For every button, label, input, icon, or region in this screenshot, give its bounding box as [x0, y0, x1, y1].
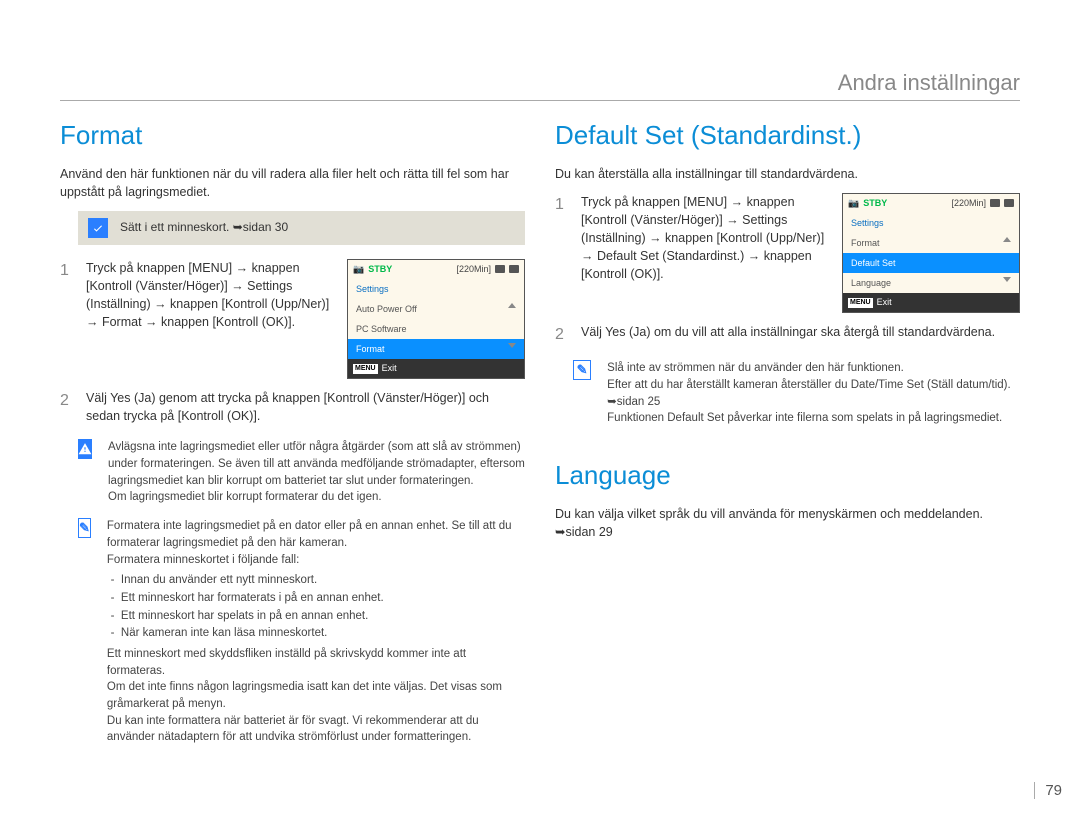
rinfo-p2: Efter att du har återställt kameran åter…: [607, 377, 1020, 410]
rinfo-p3: Funktionen Default Set påverkar inte fil…: [607, 410, 1020, 427]
lcd-format: 📷 STBY [220Min] Settings Auto Power Off …: [347, 259, 525, 379]
note-insert-card: Sätt i ett minneskort. ➥sidan 30: [78, 211, 525, 245]
step-number: 1: [555, 193, 567, 313]
info-p1: Formatera inte lagringsmediet på en dato…: [107, 518, 525, 551]
step-number: 1: [60, 259, 72, 379]
lcd-stby: STBY: [368, 263, 452, 276]
warn-p1: Avlägsna inte lagringsmediet eller utför…: [108, 439, 525, 489]
format-steps: 1 Tryck på knappen [MENU] → knappen [Kon…: [60, 259, 525, 426]
lcd-default: 📷 STBY [220Min] Settings Format Default …: [842, 193, 1020, 313]
note-text: Sätt i ett minneskort. ➥sidan 30: [120, 219, 288, 236]
default-intro: Du kan återställa alla inställningar til…: [555, 165, 1020, 183]
language-intro: Du kan välja vilket språk du vill använd…: [555, 505, 1020, 541]
lcd-settings: Settings: [348, 279, 524, 299]
lcd-row-pc: PC Software: [348, 319, 524, 339]
heading-format: Format: [60, 117, 525, 155]
lcd-row-auto: Auto Power Off: [348, 299, 524, 319]
step-number: 2: [555, 323, 567, 346]
page-number: 79: [1034, 782, 1062, 799]
info-b3: Ett minneskort har spelats in på en anna…: [121, 608, 525, 625]
info-block: ✎ Formatera inte lagringsmediet på en da…: [60, 518, 525, 746]
battery-icon: [1004, 199, 1014, 207]
step-1-text: Tryck på knappen [MENU] → knappen [Kontr…: [86, 259, 331, 332]
info-icon: ✎: [573, 360, 591, 380]
default-steps: 1 Tryck på knappen [MENU] → knappen [Kon…: [555, 193, 1020, 346]
lcd-time: [220Min]: [951, 197, 986, 210]
left-column: Format Använd den här funktionen när du …: [60, 117, 525, 758]
heading-default-set: Default Set (Standardinst.): [555, 117, 1020, 155]
menu-button: MENU: [353, 364, 378, 374]
info-b1: Innan du använder ett nytt minneskort.: [121, 572, 525, 589]
warn-p2: Om lagringsmediet blir korrupt formatera…: [108, 489, 525, 506]
heading-language: Language: [555, 457, 1020, 495]
lcd-stby: STBY: [863, 197, 947, 210]
chapter-title: Andra inställningar: [60, 0, 1020, 101]
info-b2: Ett minneskort har formaterats i på en a…: [121, 590, 525, 607]
lcd-row-language: Language: [843, 273, 1019, 293]
step-2-text: Välj Yes (Ja) om du vill att alla instäl…: [581, 323, 1020, 346]
info-p5: Du kan inte formattera när batteriet är …: [107, 713, 525, 746]
warning-icon: [78, 439, 92, 459]
info-p3: Ett minneskort med skyddsfliken inställd…: [107, 646, 525, 679]
camera-icon: 📷: [353, 263, 364, 276]
step-1-text: Tryck på knappen [MENU] → knappen [Kontr…: [581, 193, 826, 284]
info-b4: När kameran inte kan läsa minneskortet.: [121, 625, 525, 642]
lcd-time: [220Min]: [456, 263, 491, 276]
info-p4: Om det inte finns någon lagringsmedia is…: [107, 679, 525, 712]
battery-icon: [509, 265, 519, 273]
lcd-exit: Exit: [382, 362, 397, 375]
format-intro: Använd den här funktionen när du vill ra…: [60, 165, 525, 201]
warning-block: Avlägsna inte lagringsmediet eller utför…: [60, 439, 525, 506]
card-icon: [495, 265, 505, 273]
card-icon: [990, 199, 1000, 207]
step-2-text: Välj Yes (Ja) genom att trycka på knappe…: [86, 389, 525, 425]
right-column: Default Set (Standardinst.) Du kan åters…: [555, 117, 1020, 758]
check-icon: [88, 218, 108, 238]
step-number: 2: [60, 389, 72, 425]
lcd-settings: Settings: [843, 213, 1019, 233]
info-icon: ✎: [78, 518, 91, 538]
menu-button: MENU: [848, 298, 873, 308]
lcd-row-default: Default Set: [843, 253, 1019, 273]
lcd-exit: Exit: [877, 296, 892, 309]
info-p2: Formatera minneskortet i följande fall:: [107, 552, 525, 569]
camera-icon: 📷: [848, 197, 859, 210]
rinfo-p1: Slå inte av strömmen när du använder den…: [607, 360, 1020, 377]
info-block-right: ✎ Slå inte av strömmen när du använder d…: [555, 360, 1020, 427]
lcd-row-format: Format: [348, 339, 524, 359]
lcd-row-format: Format: [843, 233, 1019, 253]
